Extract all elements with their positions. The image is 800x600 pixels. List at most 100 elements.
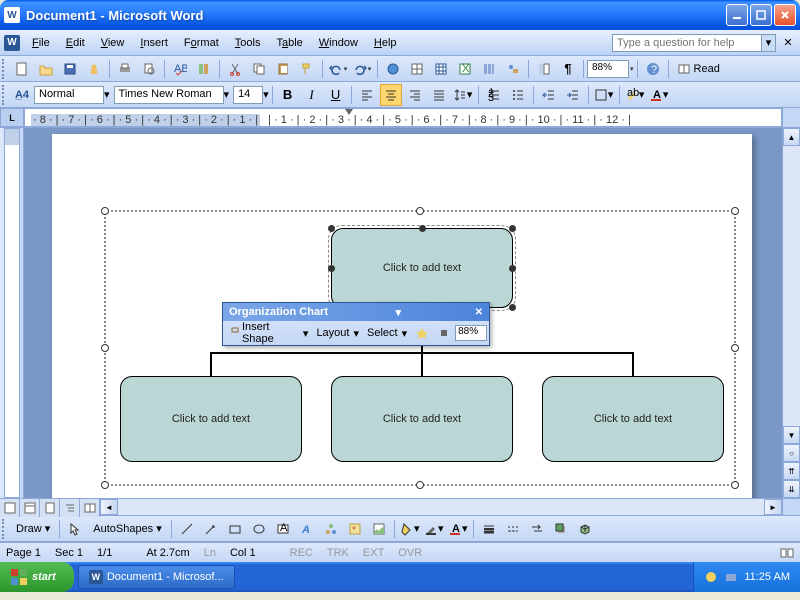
vertical-ruler[interactable] bbox=[0, 128, 24, 498]
print-preview-icon[interactable] bbox=[138, 58, 160, 80]
borders-button[interactable]: ▾ bbox=[593, 84, 615, 106]
next-page-icon[interactable]: ⇊ bbox=[783, 480, 800, 498]
menu-table[interactable]: Table bbox=[268, 34, 310, 52]
taskbar-task[interactable]: W Document1 - Microsof... bbox=[78, 565, 235, 589]
line-style-icon[interactable] bbox=[478, 518, 500, 540]
align-left-button[interactable] bbox=[356, 84, 378, 106]
font-dropdown-icon[interactable]: ▾ bbox=[224, 88, 230, 101]
3d-icon[interactable] bbox=[574, 518, 596, 540]
print-icon[interactable] bbox=[114, 58, 136, 80]
layout-button[interactable]: Layout▾ bbox=[312, 325, 363, 342]
tray-icon[interactable] bbox=[724, 570, 738, 584]
insert-shape-button[interactable]: Insert Shape▾ bbox=[225, 319, 312, 347]
insert-picture-icon[interactable] bbox=[368, 518, 390, 540]
diagram-icon[interactable] bbox=[320, 518, 342, 540]
arrow-style-icon[interactable] bbox=[526, 518, 548, 540]
cut-icon[interactable] bbox=[224, 58, 246, 80]
status-rec[interactable]: REC bbox=[290, 547, 313, 559]
line-icon[interactable] bbox=[176, 518, 198, 540]
fill-color-icon[interactable]: ▾ bbox=[399, 518, 421, 540]
menu-insert[interactable]: Insert bbox=[132, 34, 176, 52]
dash-style-icon[interactable] bbox=[502, 518, 524, 540]
web-layout-view-button[interactable] bbox=[20, 499, 40, 517]
justify-button[interactable] bbox=[428, 84, 450, 106]
horizontal-ruler[interactable]: · 8 · | · 7 · | · 6 · | · 5 · | · 4 · | … bbox=[24, 108, 782, 127]
select-objects-icon[interactable] bbox=[64, 518, 86, 540]
format-painter-icon[interactable] bbox=[296, 58, 318, 80]
menu-edit[interactable]: Edit bbox=[58, 34, 93, 52]
insert-table-icon[interactable] bbox=[430, 58, 452, 80]
toolbar-grip[interactable] bbox=[2, 85, 8, 105]
save-icon[interactable] bbox=[59, 58, 81, 80]
align-center-button[interactable] bbox=[380, 84, 402, 106]
italic-button[interactable]: I bbox=[301, 84, 323, 106]
orgchart-toolbar[interactable]: Organization Chart ▾ ✕ Insert Shape▾ Lay… bbox=[222, 302, 490, 346]
new-doc-icon[interactable] bbox=[11, 58, 33, 80]
tray-clock[interactable]: 11:25 AM bbox=[744, 571, 790, 583]
menu-window[interactable]: Window bbox=[311, 34, 366, 52]
clipart-icon[interactable] bbox=[344, 518, 366, 540]
style-selector[interactable]: Normal bbox=[34, 86, 104, 104]
align-right-button[interactable] bbox=[404, 84, 426, 106]
close-button[interactable] bbox=[774, 4, 796, 26]
help-search-input[interactable] bbox=[612, 34, 762, 52]
shadow-icon[interactable] bbox=[550, 518, 572, 540]
prev-page-icon[interactable]: ⇈ bbox=[783, 462, 800, 480]
orgchart-toolbar-close-icon[interactable]: ✕ bbox=[475, 307, 483, 318]
textbox-icon[interactable]: A bbox=[272, 518, 294, 540]
text-wrap-icon[interactable] bbox=[433, 324, 455, 342]
maximize-button[interactable] bbox=[750, 4, 772, 26]
orgchart-child-box[interactable]: Click to add text bbox=[331, 376, 513, 462]
menu-help[interactable]: Help bbox=[366, 34, 405, 52]
numbered-list-button[interactable]: 123 bbox=[483, 84, 505, 106]
font-selector[interactable]: Times New Roman bbox=[114, 86, 224, 104]
orgchart-zoom-input[interactable]: 88% bbox=[455, 325, 487, 341]
style-formatting-icon[interactable]: A̲4 bbox=[11, 84, 33, 106]
orgchart-top-box[interactable]: Click to add text bbox=[331, 228, 513, 308]
autoshapes-menu[interactable]: AutoShapes ▾ bbox=[87, 520, 168, 537]
vertical-scrollbar[interactable]: ▲ ▼ ○ ⇈ ⇊ bbox=[782, 128, 800, 498]
scroll-left-icon[interactable]: ◄ bbox=[100, 499, 118, 515]
undo-icon[interactable]: ▾ bbox=[327, 58, 349, 80]
line-spacing-button[interactable]: ▾ bbox=[452, 84, 474, 106]
hyperlink-icon[interactable] bbox=[382, 58, 404, 80]
redo-icon[interactable]: ▾ bbox=[351, 58, 373, 80]
orgchart-canvas[interactable]: Click to add text Click to add text Clic… bbox=[104, 210, 736, 486]
help-icon[interactable]: ? bbox=[642, 58, 664, 80]
scroll-down-icon[interactable]: ▼ bbox=[783, 426, 800, 444]
menu-tools[interactable]: Tools bbox=[227, 34, 269, 52]
zoom-input[interactable]: 88% bbox=[587, 60, 629, 78]
help-dropdown-icon[interactable]: ▾ bbox=[762, 34, 776, 52]
draw-menu[interactable]: Draw ▾ bbox=[10, 520, 56, 537]
rectangle-icon[interactable] bbox=[224, 518, 246, 540]
bold-button[interactable]: B bbox=[277, 84, 299, 106]
ruler-corner[interactable]: L bbox=[0, 108, 24, 127]
status-trk[interactable]: TRK bbox=[327, 547, 349, 559]
status-ovr[interactable]: OVR bbox=[398, 547, 422, 559]
zoom-dropdown-icon[interactable]: ▾ bbox=[630, 65, 634, 73]
minimize-button[interactable] bbox=[726, 4, 748, 26]
orgchart-child-box[interactable]: Click to add text bbox=[542, 376, 724, 462]
menu-file[interactable]: File bbox=[24, 34, 58, 52]
size-dropdown-icon[interactable]: ▾ bbox=[263, 88, 269, 101]
insert-excel-icon[interactable]: X bbox=[454, 58, 476, 80]
tray-icon[interactable] bbox=[704, 570, 718, 584]
research-icon[interactable] bbox=[193, 58, 215, 80]
show-hide-icon[interactable]: ¶ bbox=[557, 58, 579, 80]
menu-format[interactable]: Format bbox=[176, 34, 227, 52]
orgchart-child-box[interactable]: Click to add text bbox=[120, 376, 302, 462]
browse-object-icon[interactable]: ○ bbox=[783, 444, 800, 462]
line-color-icon[interactable]: ▾ bbox=[423, 518, 445, 540]
highlight-button[interactable]: ab▾ bbox=[624, 84, 646, 106]
drawing-icon[interactable] bbox=[502, 58, 524, 80]
system-tray[interactable]: 11:25 AM bbox=[693, 562, 800, 592]
read-button[interactable]: Read bbox=[673, 58, 724, 80]
outline-view-button[interactable] bbox=[60, 499, 80, 517]
menu-view[interactable]: View bbox=[93, 34, 133, 52]
scroll-right-icon[interactable]: ► bbox=[764, 499, 782, 515]
status-ext[interactable]: EXT bbox=[363, 547, 384, 559]
style-dropdown-icon[interactable]: ▾ bbox=[104, 88, 110, 101]
copy-icon[interactable] bbox=[248, 58, 270, 80]
bullet-list-button[interactable] bbox=[507, 84, 529, 106]
start-button[interactable]: start bbox=[0, 562, 74, 592]
